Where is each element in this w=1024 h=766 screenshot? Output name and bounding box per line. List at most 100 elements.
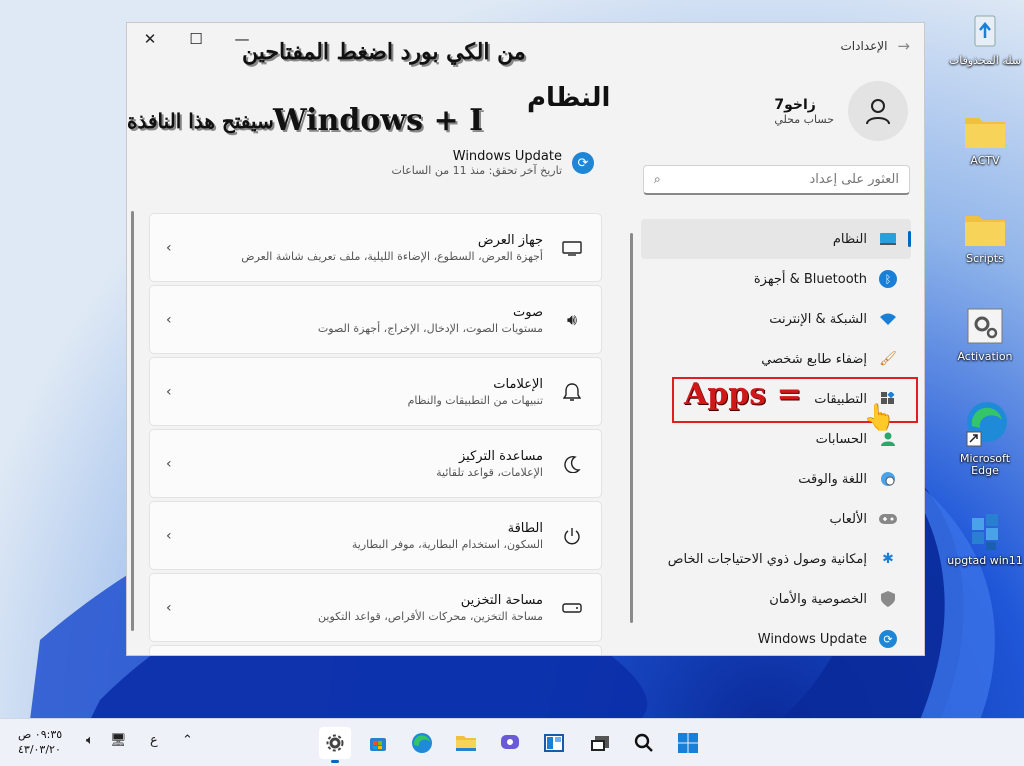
chevron-left-icon: ‹ [166, 455, 172, 472]
settings-taskbar-icon[interactable] [319, 727, 351, 763]
sidebar-item-label: إضفاء طابع شخصي [761, 351, 867, 367]
card-title: الطاقة [507, 520, 543, 536]
sidebar-item-label: النظام [832, 231, 867, 247]
card-title: جهاز العرض [477, 232, 543, 248]
card-focus-assist[interactable]: ‹ مساعدة التركيز الإعلامات، قواعد تلقائي… [149, 429, 602, 498]
desktop-icon-activation[interactable]: Activation [946, 306, 1024, 363]
windows-logo-icon [678, 733, 698, 753]
store-taskbar-icon[interactable] [362, 727, 394, 759]
card-storage[interactable]: ‹ مساحة التخزين مساحة التخزين، محركات ال… [149, 573, 602, 642]
desktop-icon-label: Microsoft Edge [959, 452, 1011, 477]
card-title: الإعلامات [493, 376, 543, 392]
search-box[interactable]: ⌕ [643, 165, 910, 195]
sidebar-item-gaming[interactable]: الألعاب [641, 499, 911, 539]
desktop-icon-label: سلة المحذوفات [948, 54, 1022, 67]
recycle-bin-icon [962, 10, 1008, 52]
card-desc: الإعلامات، قواعد تلقائية [436, 465, 543, 479]
gear-icon [326, 734, 344, 752]
network-icon[interactable]: 🖥︎ [110, 733, 127, 748]
folder-icon [962, 110, 1008, 152]
nav-scrollbar[interactable] [630, 233, 633, 623]
update-title: Windows Update [452, 149, 562, 164]
chevron-up-icon[interactable]: ⌃ [182, 733, 193, 748]
widgets-taskbar-icon[interactable] [538, 727, 570, 759]
sidebar-item-system[interactable]: النظام [641, 219, 911, 259]
sidebar-item-label: اللغة والوقت [798, 471, 867, 487]
annotation-line1: من الكي بورد اضغط المفتاحين [242, 39, 526, 65]
sidebar-item-label: الحسابات [815, 431, 867, 447]
page-title: النظام [527, 83, 611, 113]
desktop-icon-recycle-bin[interactable]: سلة المحذوفات [946, 10, 1024, 67]
search-taskbar-icon[interactable] [628, 727, 660, 759]
desktop-icon-scripts[interactable]: Scripts [946, 208, 1024, 265]
taskbar-clock[interactable]: ٠٩:٣٥ ص ٤٣/٠٣/٢٠ [18, 727, 62, 757]
card-desc: مستويات الصوت، الإدخال، الإخراج، أجهزة ا… [317, 321, 543, 335]
storage-icon [561, 597, 583, 619]
input-language[interactable]: ع [150, 733, 158, 748]
windows-update-status[interactable]: Windows Update تاريخ آخر تحقق: منذ 11 من… [391, 149, 594, 177]
update-subtitle: تاريخ آخر تحقق: منذ 11 من الساعات [391, 164, 563, 177]
sidebar-item-time-language[interactable]: اللغة والوقت [641, 459, 911, 499]
back-arrow-icon[interactable]: → [897, 37, 910, 55]
clock-time: ٠٩:٣٥ ص [18, 728, 63, 741]
package-icon [962, 510, 1008, 552]
taskview-taskbar-icon[interactable] [584, 727, 616, 759]
desktop-icon-label: upgtad win11 [947, 554, 1023, 567]
system-icon [879, 230, 897, 248]
search-icon: ⌕ [654, 172, 661, 186]
profile-name: زاخو7 [774, 96, 816, 113]
card-notifications[interactable]: ‹ الإعلامات تنبيهات من التطبيقات والنظام [149, 357, 602, 426]
sidebar-item-label: الشبكة & الإنترنت [769, 311, 867, 327]
close-button[interactable]: ✕ [127, 23, 173, 55]
desktop-icon-label: ACTV [970, 154, 1000, 167]
explorer-taskbar-icon[interactable] [450, 727, 482, 759]
chevron-left-icon: ‹ [166, 599, 172, 616]
desktop-icon-upgtad[interactable]: upgtad win11 [946, 510, 1024, 567]
sidebar-item-label: Windows Update [757, 631, 867, 647]
sidebar-item-bluetooth[interactable]: أجهزة & Bluetooth ᛒ [641, 259, 911, 299]
chevron-left-icon: ‹ [166, 239, 172, 256]
chat-taskbar-icon[interactable] [494, 727, 526, 759]
card-desc: أجهزة العرض، السطوع، الإضاءة الليلية، مل… [241, 249, 543, 263]
bluetooth-icon: ᛒ [879, 270, 897, 288]
card-sound[interactable]: ‹ صوت مستويات الصوت، الإدخال، الإخراج، أ… [149, 285, 602, 354]
search-input[interactable] [660, 172, 899, 187]
sidebar-item-personalization[interactable]: إضفاء طابع شخصي 🖌 [641, 339, 911, 379]
sidebar-item-accessibility[interactable]: إمكانية وصول ذوي الاحتياجات الخاص ✱ [641, 539, 911, 579]
card-title: مساعدة التركيز [459, 448, 543, 464]
sidebar-item-label: أجهزة & Bluetooth [753, 271, 867, 287]
content-scrollbar[interactable] [131, 211, 134, 631]
settings-file-icon [962, 306, 1008, 348]
edge-icon [962, 398, 1008, 450]
hand-cursor-icon: 👆 [863, 403, 896, 433]
volume-icon[interactable]: 🔈︎ [86, 733, 94, 748]
profile-account-type: حساب محلي [774, 112, 834, 126]
sidebar-item-windows-update[interactable]: Windows Update ⟳ [641, 619, 911, 655]
card-partial[interactable] [149, 645, 602, 655]
shield-icon [879, 590, 897, 608]
annotation-line2: سيفتح هذا النافذة [127, 109, 274, 133]
bell-icon [561, 381, 583, 403]
card-power[interactable]: ‹ الطاقة السكون، استخدام البطارية، موفر … [149, 501, 602, 570]
gamepad-icon [879, 510, 897, 528]
title-bar: الإعدادات → [840, 37, 910, 55]
chevron-left-icon: ‹ [166, 527, 172, 544]
card-desc: السكون، استخدام البطارية، موفر البطارية [351, 537, 543, 551]
user-profile[interactable]: زاخو7 حساب محلي [774, 81, 908, 141]
sidebar-item-label: الألعاب [829, 511, 867, 527]
sidebar-item-privacy[interactable]: الخصوصية والأمان [641, 579, 911, 619]
brush-icon: 🖌 [879, 351, 897, 367]
avatar [848, 81, 908, 141]
card-display[interactable]: ‹ جهاز العرض أجهزة العرض، السطوع، الإضاء… [149, 213, 602, 282]
sidebar-item-network[interactable]: الشبكة & الإنترنت [641, 299, 911, 339]
maximize-button[interactable]: ☐ [173, 23, 219, 55]
desktop-icon-actv[interactable]: ACTV [946, 110, 1024, 167]
edge-taskbar-icon[interactable] [406, 727, 438, 759]
globe-clock-icon [879, 470, 897, 488]
card-desc: مساحة التخزين، محركات الأقراص، قواعد الت… [318, 609, 543, 623]
start-button[interactable] [672, 727, 704, 759]
settings-window: ✕ ☐ — الإعدادات → زاخو7 حساب محلي ⌕ النظ… [126, 22, 925, 656]
desktop-icon-edge[interactable]: Microsoft Edge [946, 398, 1024, 477]
accessibility-icon: ✱ [882, 551, 894, 567]
sidebar-item-label: إمكانية وصول ذوي الاحتياجات الخاص [667, 551, 867, 567]
